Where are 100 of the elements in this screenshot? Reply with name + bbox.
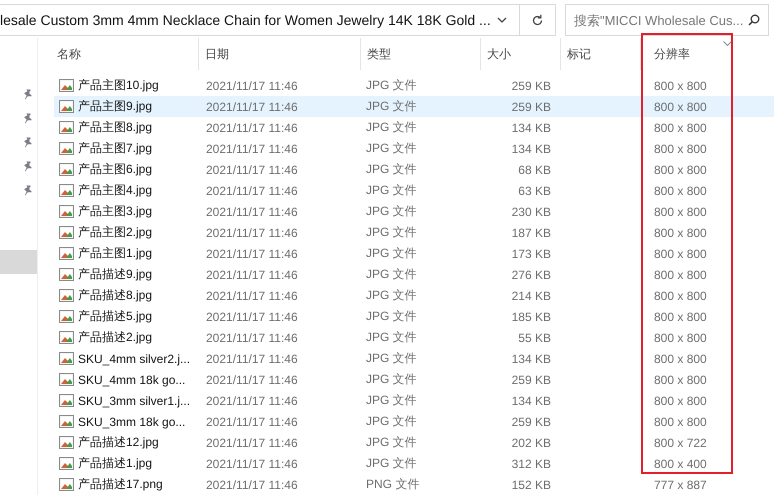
resolution-cell: 800 x 800 — [654, 100, 707, 114]
date-cell: 2021/11/17 11:46 — [206, 478, 298, 492]
file-name: 产品描述5.jpg — [78, 308, 152, 325]
date-cell: 2021/11/17 11:46 — [206, 352, 298, 366]
image-file-icon — [59, 226, 74, 239]
image-file-icon — [59, 478, 74, 491]
size-cell: 259 KB — [512, 372, 551, 386]
file-name: 产品描述1.jpg — [78, 455, 152, 472]
file-name: 产品主图9.jpg — [78, 98, 152, 115]
size-cell: 185 KB — [512, 310, 551, 324]
date-cell: 2021/11/17 11:46 — [206, 162, 298, 176]
type-cell: JPG 文件 — [366, 329, 417, 346]
resolution-cell: 800 x 800 — [654, 142, 707, 156]
type-cell: JPG 文件 — [366, 245, 417, 262]
resolution-cell: 800 x 800 — [654, 204, 707, 218]
resolution-cell: 800 x 800 — [654, 184, 707, 198]
resolution-cell: 800 x 800 — [654, 372, 707, 386]
type-cell: JPG 文件 — [366, 182, 417, 199]
file-name: SKU_4mm silver2.j... — [78, 352, 190, 366]
file-row[interactable]: SKU_4mm 18k go... 2021/11/17 11:46 JPG 文件 259 KB 800 x 800 — [54, 369, 774, 390]
date-cell: 2021/11/17 11:46 — [206, 204, 298, 218]
file-row[interactable]: 产品主图8.jpg 2021/11/17 11:46 JPG 文件 134 KB 800 x 800 — [54, 117, 774, 138]
resolution-cell: 800 x 800 — [654, 246, 707, 260]
file-name: 产品主图6.jpg — [78, 161, 152, 178]
type-cell: JPG 文件 — [366, 77, 417, 94]
file-row[interactable]: 产品描述2.jpg 2021/11/17 11:46 JPG 文件 55 KB 800 x 800 — [54, 327, 774, 348]
type-cell: JPG 文件 — [366, 203, 417, 220]
image-file-icon — [59, 268, 74, 281]
file-row[interactable]: 产品主图2.jpg 2021/11/17 11:46 JPG 文件 187 KB 800 x 800 — [54, 222, 774, 243]
type-cell: PNG 文件 — [366, 476, 420, 493]
type-cell: JPG 文件 — [366, 98, 417, 115]
size-cell: 68 KB — [518, 162, 551, 176]
file-row[interactable]: 产品主图1.jpg 2021/11/17 11:46 JPG 文件 173 KB 800 x 800 — [54, 243, 774, 264]
type-cell: JPG 文件 — [366, 455, 417, 472]
file-row[interactable]: 产品描述17.png 2021/11/17 11:46 PNG 文件 152 KB 777 x 887 — [54, 474, 774, 495]
file-row[interactable]: 产品主图4.jpg 2021/11/17 11:46 JPG 文件 63 KB 800 x 800 — [54, 180, 774, 201]
search-field[interactable]: 搜索"MICCI Wholesale Cus... — [565, 4, 769, 36]
resolution-cell: 777 x 887 — [654, 478, 707, 492]
file-row[interactable]: 产品描述1.jpg 2021/11/17 11:46 JPG 文件 312 KB 800 x 400 — [54, 453, 774, 474]
file-name: SKU_3mm 18k go... — [78, 414, 186, 428]
image-file-icon — [59, 457, 74, 470]
column-header[interactable]: 标记 — [560, 38, 640, 70]
type-cell: JPG 文件 — [366, 266, 417, 283]
image-file-icon — [59, 100, 74, 113]
file-name: 产品描述8.jpg — [78, 287, 152, 304]
type-cell: JPG 文件 — [366, 308, 417, 325]
file-name: 产品主图1.jpg — [78, 245, 152, 262]
column-header[interactable]: 大小 — [480, 38, 560, 70]
file-row[interactable]: 产品主图9.jpg 2021/11/17 11:46 JPG 文件 259 KB 800 x 800 — [54, 96, 774, 117]
column-header[interactable]: 日期 — [198, 38, 360, 70]
file-row[interactable]: 产品主图10.jpg 2021/11/17 11:46 JPG 文件 259 KB 800 x 800 — [54, 75, 774, 96]
file-row[interactable]: 产品主图3.jpg 2021/11/17 11:46 JPG 文件 230 KB 800 x 800 — [54, 201, 774, 222]
resolution-cell: 800 x 800 — [654, 394, 707, 408]
image-file-icon — [59, 121, 74, 134]
file-row[interactable]: 产品主图7.jpg 2021/11/17 11:46 JPG 文件 134 KB 800 x 800 — [54, 138, 774, 159]
image-file-icon — [59, 394, 74, 407]
column-header[interactable]: 类型 — [360, 38, 480, 70]
file-row[interactable]: 产品描述12.jpg 2021/11/17 11:46 JPG 文件 202 KB 800 x 722 — [54, 432, 774, 453]
file-row[interactable]: 产品描述8.jpg 2021/11/17 11:46 JPG 文件 214 KB 800 x 800 — [54, 285, 774, 306]
file-row[interactable]: 产品描述9.jpg 2021/11/17 11:46 JPG 文件 276 KB 800 x 800 — [54, 264, 774, 285]
file-row[interactable]: 产品主图6.jpg 2021/11/17 11:46 JPG 文件 68 KB 800 x 800 — [54, 159, 774, 180]
date-cell: 2021/11/17 11:46 — [206, 184, 298, 198]
type-cell: JPG 文件 — [366, 140, 417, 157]
search-icon[interactable] — [748, 14, 760, 26]
type-cell: JPG 文件 — [366, 287, 417, 304]
resolution-cell: 800 x 800 — [654, 414, 707, 428]
type-cell: JPG 文件 — [366, 119, 417, 136]
chevron-down-icon[interactable] — [497, 17, 507, 23]
file-name: 产品主图7.jpg — [78, 140, 152, 157]
file-row[interactable]: 产品描述5.jpg 2021/11/17 11:46 JPG 文件 185 KB 800 x 800 — [54, 306, 774, 327]
type-cell: JPG 文件 — [366, 224, 417, 241]
image-file-icon — [59, 310, 74, 323]
address-path: lesale Custom 3mm 4mm Necklace Chain for Women Jewelry 14K 18K Gold ... — [0, 12, 491, 28]
image-file-icon — [59, 247, 74, 260]
address-field[interactable]: lesale Custom 3mm 4mm Necklace Chain for Women Jewelry 14K 18K Gold ... — [0, 4, 520, 36]
date-cell: 2021/11/17 11:46 — [206, 120, 298, 134]
date-cell: 2021/11/17 11:46 — [206, 268, 298, 282]
type-cell: JPG 文件 — [366, 350, 417, 367]
type-cell: JPG 文件 — [366, 434, 417, 451]
file-row[interactable]: SKU_4mm silver2.j... 2021/11/17 11:46 JPG 文件 134 KB 800 x 800 — [54, 348, 774, 369]
refresh-button[interactable] — [520, 4, 556, 36]
image-file-icon — [59, 436, 74, 449]
resolution-cell: 800 x 800 — [654, 352, 707, 366]
column-header[interactable]: 名称 — [54, 38, 198, 70]
file-row[interactable]: SKU_3mm 18k go... 2021/11/17 11:46 JPG 文件 259 KB 800 x 800 — [54, 411, 774, 432]
size-cell: 214 KB — [512, 288, 551, 302]
type-cell: JPG 文件 — [366, 371, 417, 388]
image-file-icon — [59, 331, 74, 344]
size-cell: 259 KB — [512, 100, 551, 114]
size-cell: 259 KB — [512, 414, 551, 428]
resolution-cell: 800 x 800 — [654, 78, 707, 92]
date-cell: 2021/11/17 11:46 — [206, 142, 298, 156]
date-cell: 2021/11/17 11:46 — [206, 414, 298, 428]
size-cell: 312 KB — [512, 456, 551, 470]
column-header[interactable]: 分辨率 — [640, 38, 774, 70]
date-cell: 2021/11/17 11:46 — [206, 100, 298, 114]
date-cell: 2021/11/17 11:46 — [206, 310, 298, 324]
date-cell: 2021/11/17 11:46 — [206, 78, 298, 92]
type-cell: JPG 文件 — [366, 413, 417, 430]
file-row[interactable]: SKU_3mm silver1.j... 2021/11/17 11:46 JPG 文件 134 KB 800 x 800 — [54, 390, 774, 411]
